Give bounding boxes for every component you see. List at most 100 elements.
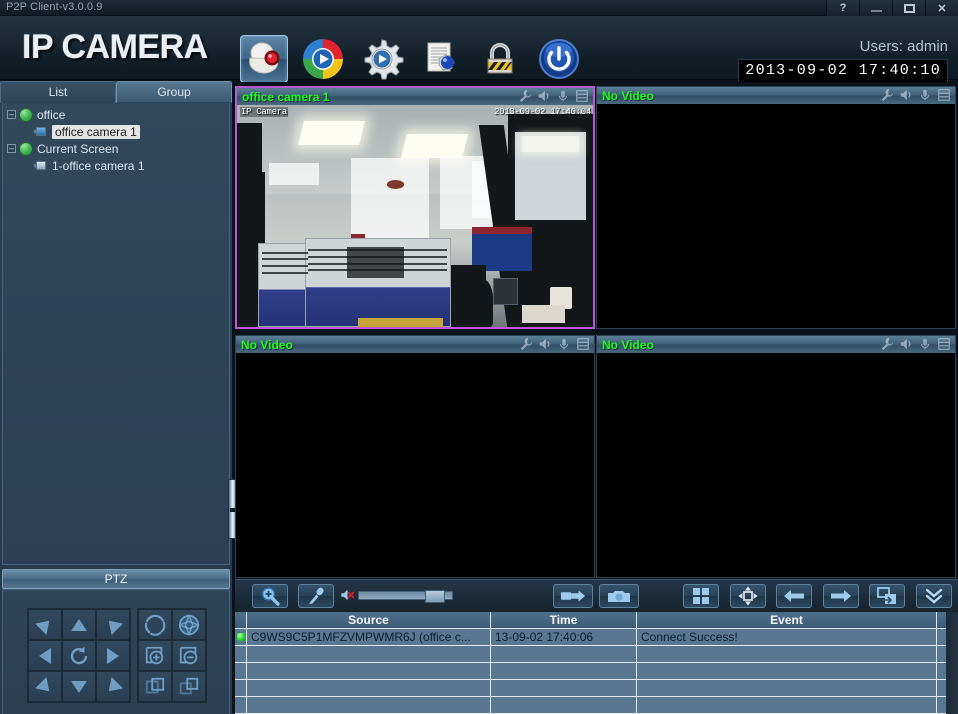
playback-control-bar xyxy=(235,579,958,612)
event-log-header: Source Time Event xyxy=(235,612,958,629)
volume-slider[interactable] xyxy=(358,589,453,603)
brand-logo-text: IP CAMERA xyxy=(22,28,208,66)
table-row[interactable]: C9WS9C5P1MFZVMPWMR6J (office c... 13-09-… xyxy=(235,629,958,646)
zoom-in-icon[interactable] xyxy=(138,640,172,671)
collapse-panel-button[interactable] xyxy=(916,584,952,608)
cycle-switch-button[interactable] xyxy=(869,584,905,608)
video-cell-2[interactable]: No Video xyxy=(596,86,956,329)
video-cell-1[interactable]: office camera 1 IP Camera 2013-09-02 17:… xyxy=(235,86,595,329)
playback-icon[interactable] xyxy=(299,35,347,83)
record-button[interactable] xyxy=(553,584,593,608)
device-tree[interactable]: – office office camera 1 – Current Scree… xyxy=(2,103,230,565)
app-title: P2P Client-v3.0.0.9 xyxy=(6,1,103,13)
ptz-down-right[interactable] xyxy=(96,671,130,702)
speaker-icon[interactable] xyxy=(538,337,552,351)
microphone-icon[interactable] xyxy=(918,337,932,351)
tree-item-office-camera-1[interactable]: office camera 1 xyxy=(3,123,229,140)
video-cell-4-icons xyxy=(880,337,951,351)
video-cell-3-header: No Video xyxy=(236,336,594,353)
speaker-icon[interactable] xyxy=(899,337,913,351)
row-status-indicator xyxy=(235,629,247,645)
iris-open-icon[interactable] xyxy=(138,609,172,640)
tab-list[interactable]: List xyxy=(0,81,116,103)
column-header-status[interactable] xyxy=(235,612,247,628)
table-row[interactable] xyxy=(235,646,958,663)
minimize-button[interactable] xyxy=(859,0,892,16)
tab-group[interactable]: Group xyxy=(116,81,232,103)
ptz-lens-pad xyxy=(137,608,207,703)
ptz-up-left[interactable] xyxy=(28,609,62,640)
table-row[interactable] xyxy=(235,663,958,680)
wrench-icon[interactable] xyxy=(880,88,894,102)
previous-page-button[interactable] xyxy=(776,584,812,608)
microphone-icon[interactable] xyxy=(557,337,571,351)
lock-icon[interactable] xyxy=(476,35,524,83)
focus-far-icon[interactable] xyxy=(172,671,206,702)
video-cell-1-stream[interactable]: IP Camera 2013-09-02 17:40:04 xyxy=(237,105,593,327)
video-cell-4-stream[interactable] xyxy=(597,353,955,577)
left-panel: List Group – office office camera 1 – Cu… xyxy=(0,81,238,714)
camera-scene: IP Camera 2013-09-02 17:40:04 xyxy=(237,105,593,327)
column-header-time[interactable]: Time xyxy=(491,612,637,628)
ptz-right[interactable] xyxy=(96,640,130,671)
tree-item-label: office xyxy=(37,107,66,122)
ptz-down[interactable] xyxy=(62,671,96,702)
wrench-icon[interactable] xyxy=(519,337,533,351)
speaker-icon[interactable] xyxy=(537,89,551,103)
volume-control[interactable] xyxy=(340,588,453,603)
app-header: IP CAMERA Users: admin 2013-09-02 17:40:… xyxy=(0,16,958,83)
tree-item-current-screen[interactable]: – Current Screen xyxy=(3,140,229,157)
power-icon[interactable] xyxy=(535,35,583,83)
video-cell-2-stream[interactable] xyxy=(597,104,955,328)
video-cell-4[interactable]: No Video xyxy=(596,335,956,578)
iris-close-icon[interactable] xyxy=(172,609,206,640)
video-cell-3[interactable]: No Video xyxy=(235,335,595,578)
ptz-section-header[interactable]: PTZ xyxy=(2,569,230,589)
ptz-up[interactable] xyxy=(62,609,96,640)
ptz-auto-scan[interactable] xyxy=(62,640,96,671)
column-header-event[interactable]: Event xyxy=(637,612,937,628)
volume-slider-knob[interactable] xyxy=(425,589,445,603)
layout-quad-button[interactable] xyxy=(683,584,719,608)
tree-item-office[interactable]: – office xyxy=(3,106,229,123)
table-row[interactable] xyxy=(235,697,958,714)
focus-near-icon[interactable] xyxy=(138,671,172,702)
wrench-icon[interactable] xyxy=(518,89,532,103)
camera-icon xyxy=(33,125,48,138)
full-screen-button[interactable] xyxy=(730,584,766,608)
help-button[interactable]: ? xyxy=(826,0,859,16)
expander-icon[interactable]: – xyxy=(7,144,16,153)
video-cell-3-stream[interactable] xyxy=(236,353,594,577)
video-cell-3-icons xyxy=(519,337,590,351)
event-log-scrollbar[interactable] xyxy=(946,612,958,714)
next-page-button[interactable] xyxy=(823,584,859,608)
ptz-down-left[interactable] xyxy=(28,671,62,702)
snapshot-button[interactable] xyxy=(599,584,639,608)
title-bar: P2P Client-v3.0.0.9 ? ✕ xyxy=(0,0,958,16)
ptz-left[interactable] xyxy=(28,640,62,671)
column-header-source[interactable]: Source xyxy=(247,612,491,628)
globe-icon xyxy=(19,107,33,122)
speaker-muted-icon[interactable] xyxy=(340,588,355,602)
table-row[interactable] xyxy=(235,680,958,697)
stream-list-icon[interactable] xyxy=(937,88,951,102)
live-view-icon[interactable] xyxy=(240,35,288,83)
log-config-icon[interactable] xyxy=(417,35,465,83)
microphone-icon[interactable] xyxy=(918,88,932,102)
talk-microphone-button[interactable] xyxy=(298,584,334,608)
stream-list-icon[interactable] xyxy=(937,337,951,351)
stream-list-icon[interactable] xyxy=(576,337,590,351)
tree-item-1-office-camera-1[interactable]: 1-office camera 1 xyxy=(3,157,229,174)
close-button[interactable]: ✕ xyxy=(925,0,958,16)
ptz-up-right[interactable] xyxy=(96,609,130,640)
settings-gear-icon[interactable] xyxy=(358,35,406,83)
expander-icon[interactable]: – xyxy=(7,110,16,119)
zoom-out-icon[interactable] xyxy=(172,640,206,671)
search-playback-button[interactable] xyxy=(252,584,288,608)
video-osd-timestamp: 2013-09-02 17:40:04 xyxy=(494,107,591,117)
microphone-icon[interactable] xyxy=(556,89,570,103)
wrench-icon[interactable] xyxy=(880,337,894,351)
speaker-icon[interactable] xyxy=(899,88,913,102)
stream-list-icon[interactable] xyxy=(575,89,589,103)
maximize-button[interactable] xyxy=(892,0,925,16)
